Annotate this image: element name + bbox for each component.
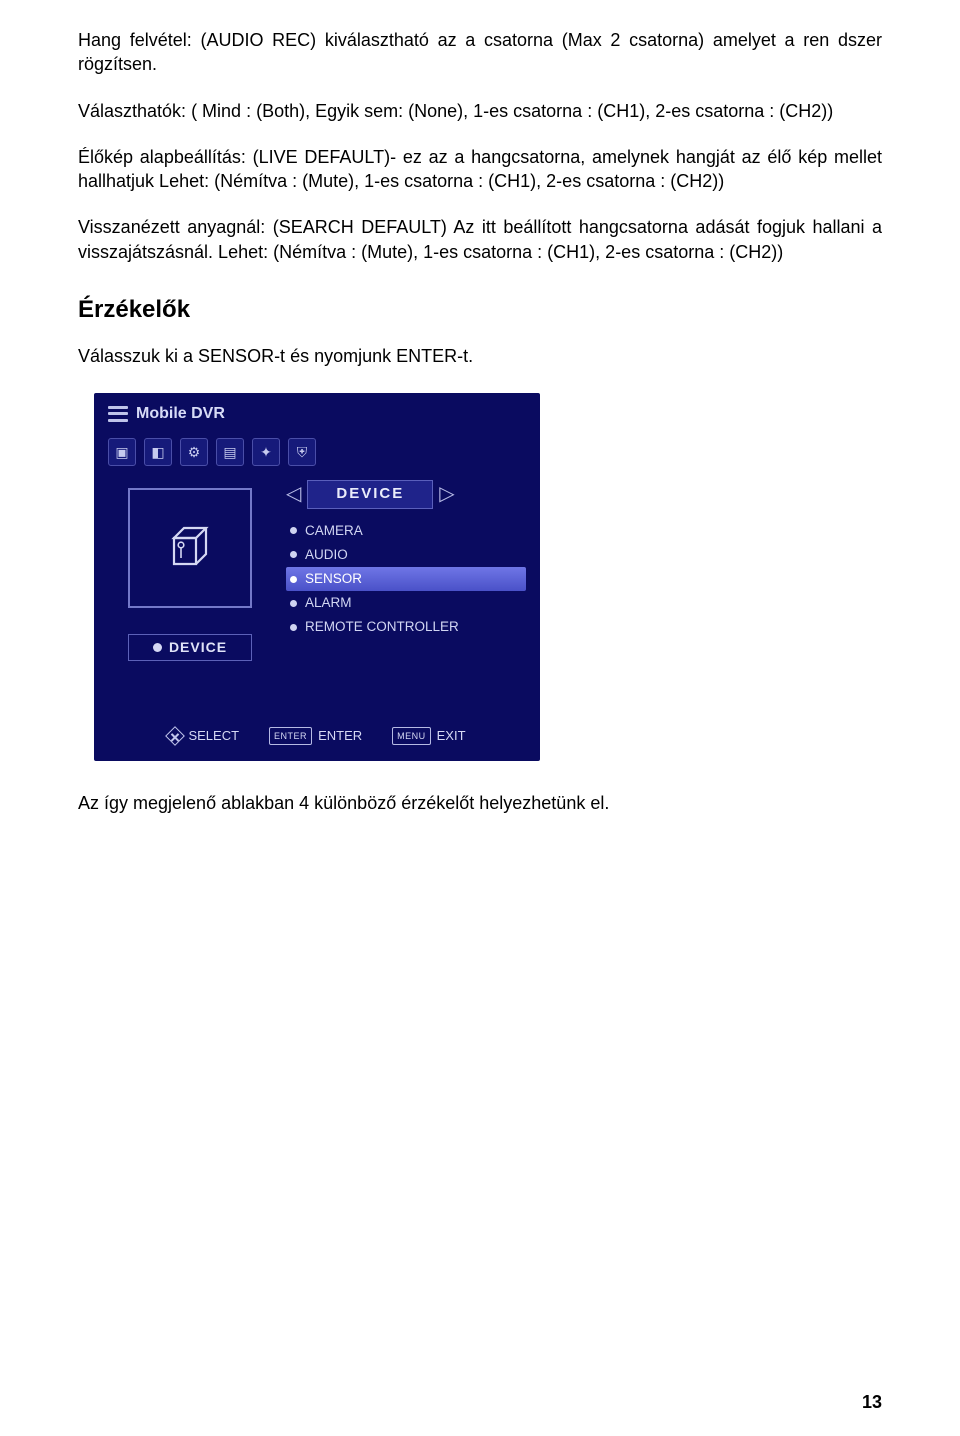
toolbar-system-icon: ✦ [252, 438, 280, 466]
paragraph-instruction: Válasszuk ki a SENSOR-t és nyomjunk ENTE… [78, 344, 882, 368]
toolbar-record-icon: ◧ [144, 438, 172, 466]
dvr-menu-item-camera: CAMERA [286, 519, 526, 543]
arrow-left-icon: ◁ [286, 481, 301, 508]
device-label: DEVICE [169, 638, 227, 657]
page-number: 13 [862, 1390, 882, 1414]
bullet-icon [290, 527, 297, 534]
footer-exit-group: MENU EXIT [392, 727, 465, 745]
dvr-tab-header: ◁ DEVICE ▷ [286, 480, 526, 508]
toolbar-display-icon: ▣ [108, 438, 136, 466]
toolbar-security-icon: ⛨ [288, 438, 316, 466]
dvr-menu-item-remote: REMOTE CONTROLLER [286, 615, 526, 639]
dvr-left-panel: DEVICE [108, 480, 272, 661]
device-label-box: DEVICE [128, 634, 252, 661]
dvr-titlebar: Mobile DVR [94, 393, 540, 433]
dvr-right-panel: ◁ DEVICE ▷ CAMERA AUDIO SENSOR [286, 480, 526, 661]
device-cube-icon [162, 520, 218, 576]
dvr-footer: SELECT ENTER ENTER MENU EXIT [94, 727, 540, 745]
menu-label: ALARM [305, 594, 352, 612]
bullet-icon [290, 624, 297, 631]
bullet-icon [290, 551, 297, 558]
footer-select-label: SELECT [188, 727, 239, 745]
menu-icon [108, 406, 128, 422]
section-title-erzekelok: Érzékelők [78, 294, 882, 326]
footer-exit-label: EXIT [437, 727, 466, 745]
dvr-tab-label: DEVICE [307, 480, 433, 508]
bullet-icon [290, 600, 297, 607]
dvr-menu-list: CAMERA AUDIO SENSOR ALARM REMOTE CONTROL… [286, 519, 526, 640]
bullet-icon [290, 576, 297, 583]
menu-label: SENSOR [305, 570, 362, 588]
paragraph-search-default: Visszanézett anyagnál: (SEARCH DEFAULT) … [78, 215, 882, 264]
paragraph-valaszthatok: Választhatók: ( Mind : (Both), Egyik sem… [78, 99, 882, 123]
footer-enter-group: ENTER ENTER [269, 727, 362, 745]
menu-label: AUDIO [305, 546, 348, 564]
dvr-menu-item-sensor: SENSOR [286, 567, 526, 591]
arrow-right-icon: ▷ [439, 481, 454, 508]
dvr-menu-item-audio: AUDIO [286, 543, 526, 567]
dvr-screenshot: Mobile DVR ▣ ◧ ⚙ ▤ ✦ ⛨ [94, 393, 540, 761]
dvr-toolbar: ▣ ◧ ⚙ ▤ ✦ ⛨ [94, 432, 540, 476]
menu-label: CAMERA [305, 522, 363, 540]
paragraph-live-default: Élőkép alapbeállítás: (LIVE DEFAULT)- ez… [78, 145, 882, 194]
menu-label: REMOTE CONTROLLER [305, 618, 459, 636]
dpad-icon [166, 726, 186, 746]
toolbar-device-icon: ⚙ [180, 438, 208, 466]
device-dot-icon [153, 643, 162, 652]
paragraph-result: Az így megjelenő ablakban 4 különböző ér… [78, 791, 882, 815]
paragraph-audio-rec: Hang felvétel: (AUDIO REC) kiválasztható… [78, 28, 882, 77]
dvr-menu-item-alarm: ALARM [286, 591, 526, 615]
enter-keycap: ENTER [269, 727, 312, 744]
device-big-icon-box [128, 488, 252, 608]
menu-keycap: MENU [392, 727, 431, 744]
footer-select-group: SELECT [168, 727, 239, 745]
dvr-title: Mobile DVR [136, 403, 225, 425]
toolbar-storage-icon: ▤ [216, 438, 244, 466]
footer-enter-label: ENTER [318, 727, 362, 745]
